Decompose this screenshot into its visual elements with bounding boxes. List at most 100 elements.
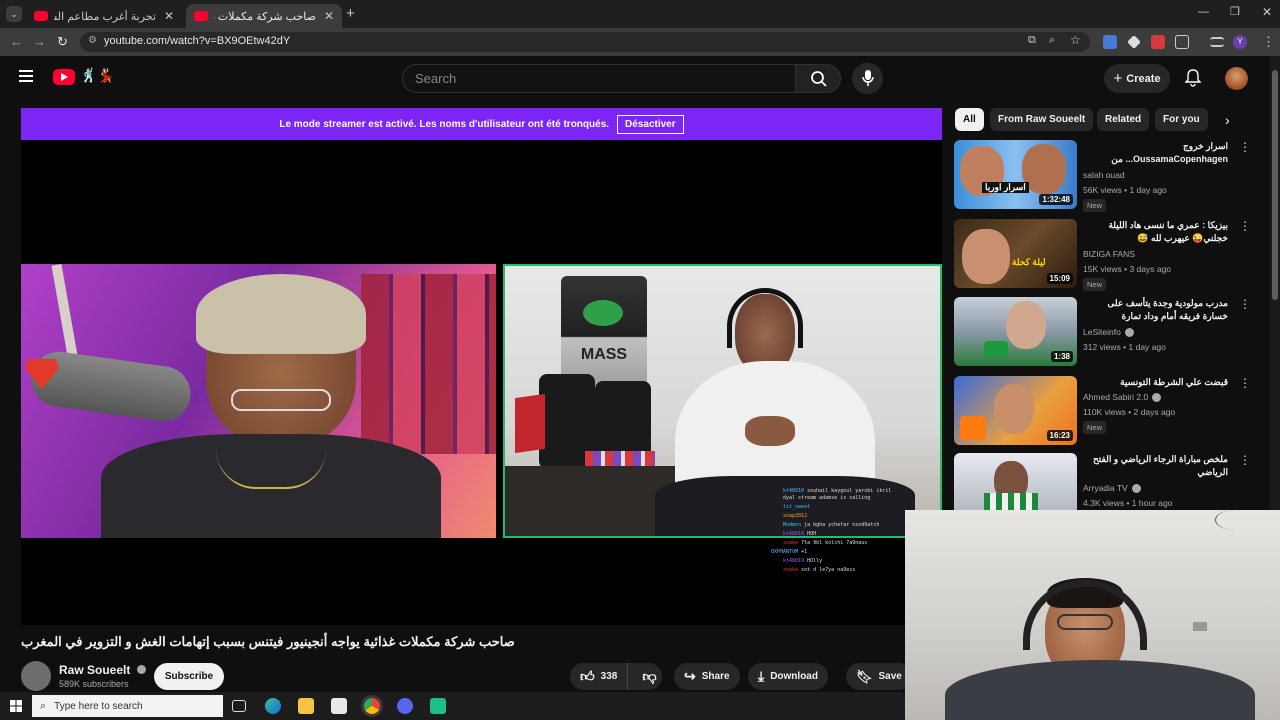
rec-meta: 110K views • 2 days ago xyxy=(1083,407,1176,417)
tab-search-icon[interactable]: ⌄ xyxy=(6,6,22,22)
zoom-icon[interactable]: ⌕ xyxy=(1049,34,1055,47)
channel-avatar[interactable] xyxy=(21,661,51,691)
plus-icon: + xyxy=(1113,70,1123,87)
address-bar[interactable]: ⚙ youtube.com/watch?v=BX9OEtw42dY ⧉ ⌕ ☆ xyxy=(80,32,1090,52)
translate-extension-icon[interactable] xyxy=(1103,35,1117,49)
search-button[interactable] xyxy=(795,64,841,93)
microphone-icon xyxy=(862,70,874,86)
recommendation-item[interactable]: 1:38 مدرب مولودية وجدة يتأسف على خسارة ف… xyxy=(954,297,1254,369)
save-button[interactable]: 🔖︎ Save xyxy=(846,663,912,690)
microsoft-store-icon[interactable] xyxy=(331,698,347,714)
hamburger-menu-icon[interactable] xyxy=(19,70,33,82)
subscriber-count: 589K subscribers xyxy=(59,679,129,689)
recommendation-item[interactable]: ملخص مباراة الرجاء الرياضي و الفتح الريا… xyxy=(954,453,1254,510)
rec-meta: 4.3K views • 1 hour ago xyxy=(1083,498,1173,508)
subscribe-button[interactable]: Subscribe xyxy=(154,663,224,690)
video-thumbnail[interactable]: 1:38 xyxy=(954,297,1077,366)
extension-red-icon[interactable] xyxy=(1151,35,1165,49)
chip-all[interactable]: All xyxy=(955,108,984,131)
channel-name[interactable]: Raw Soueelt xyxy=(59,663,146,677)
download-icon: ⤓ xyxy=(758,668,765,684)
scrollbar-thumb[interactable] xyxy=(1272,70,1278,300)
rec-channel: Ahmed Sabiri 2.0 xyxy=(1083,392,1162,402)
youtube-logo[interactable] xyxy=(53,69,75,85)
video-thumbnail[interactable]: اسرار اوربا 1:32:48 xyxy=(954,140,1077,209)
rec-title: ملخص مباراة الرجاء الرياضي و الفتح الريا… xyxy=(1093,454,1228,477)
recommendation-item[interactable]: 16:23 قبضت علي الشرطة التونسية Ahmed Sab… xyxy=(954,376,1254,448)
chrome-icon[interactable] xyxy=(364,698,380,714)
bookmark-icon: 🔖︎ xyxy=(856,668,873,684)
forward-icon[interactable]: → xyxy=(33,34,46,49)
reading-list-icon[interactable] xyxy=(1210,37,1224,47)
more-actions-icon[interactable]: ⋮ xyxy=(1239,140,1251,154)
chip-for-you[interactable]: For you xyxy=(1155,108,1208,131)
streamer-notice: Le mode streamer est activé. Les noms d'… xyxy=(279,118,610,130)
browser-menu-icon[interactable]: ⋮ xyxy=(1262,34,1275,50)
chip-related[interactable]: Related xyxy=(1097,108,1150,131)
share-button[interactable]: ↪ Share xyxy=(674,663,740,690)
url-text: youtube.com/watch?v=BX9OEtw42dY xyxy=(104,35,291,47)
person-right-hands xyxy=(745,416,795,446)
minimize-icon[interactable]: — xyxy=(1198,6,1209,18)
video-thumbnail[interactable]: ليلة كحلة 15:09 xyxy=(954,219,1077,288)
dislike-button[interactable]: 👎︎ xyxy=(634,668,664,685)
install-icon[interactable]: ⧉ xyxy=(1028,34,1036,47)
close-window-icon[interactable]: ✕ xyxy=(1262,5,1272,19)
chips-next-icon[interactable]: › xyxy=(1225,112,1230,128)
app-green-icon[interactable] xyxy=(430,698,446,714)
like-button[interactable]: 👍︎ 338 xyxy=(570,663,629,690)
download-button[interactable]: ⤓ Download xyxy=(748,663,828,690)
recommendation-item[interactable]: ليلة كحلة 15:09 بيزيكا : عمري ما ننسى ها… xyxy=(954,219,1254,291)
webcam-overlay xyxy=(905,510,1280,720)
create-button[interactable]: + Create xyxy=(1104,64,1170,93)
extension-diamond-icon[interactable] xyxy=(1127,35,1141,49)
discord-icon[interactable] xyxy=(397,698,413,714)
task-view-icon[interactable] xyxy=(232,700,246,712)
browser-tab-active[interactable]: صاحب شركة مكملات غدائية ي ✕ xyxy=(186,4,342,28)
glasses xyxy=(231,389,331,411)
chip-from-channel[interactable]: From Raw Soueelt xyxy=(990,108,1094,131)
back-icon[interactable]: ← xyxy=(10,34,23,49)
video-thumbnail[interactable]: 16:23 xyxy=(954,376,1077,445)
more-actions-icon[interactable]: ⋮ xyxy=(1239,219,1251,233)
extensions-puzzle-icon[interactable] xyxy=(1175,35,1189,49)
new-badge: New xyxy=(1083,278,1107,291)
thumbnail-overlay-text: اسرار اوربا xyxy=(982,182,1029,193)
verified-badge-icon xyxy=(1131,483,1141,493)
windows-taskbar: ⌕ Type here to search xyxy=(0,692,905,720)
video-player[interactable]: Le mode streamer est activé. Les noms d'… xyxy=(21,108,942,625)
save-label: Save xyxy=(878,671,902,682)
notifications-bell-icon[interactable] xyxy=(1185,69,1201,87)
restore-icon[interactable]: ❐ xyxy=(1230,5,1240,18)
more-actions-icon[interactable]: ⋮ xyxy=(1239,376,1251,390)
tab-close-icon[interactable]: ✕ xyxy=(324,9,334,23)
taskbar-search-icon: ⌕ xyxy=(40,699,47,712)
edge-browser-icon[interactable] xyxy=(265,698,281,714)
red-flag xyxy=(515,393,545,454)
more-actions-icon[interactable]: ⋮ xyxy=(1239,297,1251,311)
profile-avatar[interactable]: Y xyxy=(1233,35,1247,49)
thumbnail-overlay-text: ليلة كحلة xyxy=(1012,257,1046,267)
recommendation-item[interactable]: اسرار اوربا 1:32:48 اسرار خروج OussamaCo… xyxy=(954,140,1254,212)
more-actions-icon[interactable]: ⋮ xyxy=(1239,453,1251,467)
taskbar-search-input[interactable]: ⌕ Type here to search xyxy=(32,695,223,717)
browser-tab[interactable]: تجربة أغرب مطاعم الشاورما في ال ✕ xyxy=(26,4,182,28)
reload-icon[interactable]: ↻ xyxy=(57,34,68,50)
new-badge: New xyxy=(1083,421,1107,434)
video-thumbnail[interactable] xyxy=(954,453,1077,510)
search-input[interactable]: Search xyxy=(402,64,796,93)
voice-search-button[interactable] xyxy=(852,63,883,94)
browser-tab-bar: ⌄ تجربة أغرب مطاعم الشاورما في ال ✕ صاحب… xyxy=(0,0,1280,28)
new-tab-icon[interactable]: + xyxy=(346,5,355,22)
windows-start-icon[interactable] xyxy=(10,700,22,712)
tab-close-icon[interactable]: ✕ xyxy=(164,9,174,23)
disable-streamer-button[interactable]: Désactiver xyxy=(617,114,684,134)
page-scrollbar[interactable] xyxy=(1270,56,1280,510)
youtube-favicon-icon xyxy=(34,11,48,21)
bookmark-star-icon[interactable]: ☆ xyxy=(1070,33,1081,47)
verified-badge-icon xyxy=(136,665,146,674)
site-info-icon[interactable]: ⚙ xyxy=(88,35,97,46)
account-avatar[interactable] xyxy=(1225,67,1248,90)
headphones xyxy=(727,288,803,348)
file-explorer-icon[interactable] xyxy=(298,698,314,714)
